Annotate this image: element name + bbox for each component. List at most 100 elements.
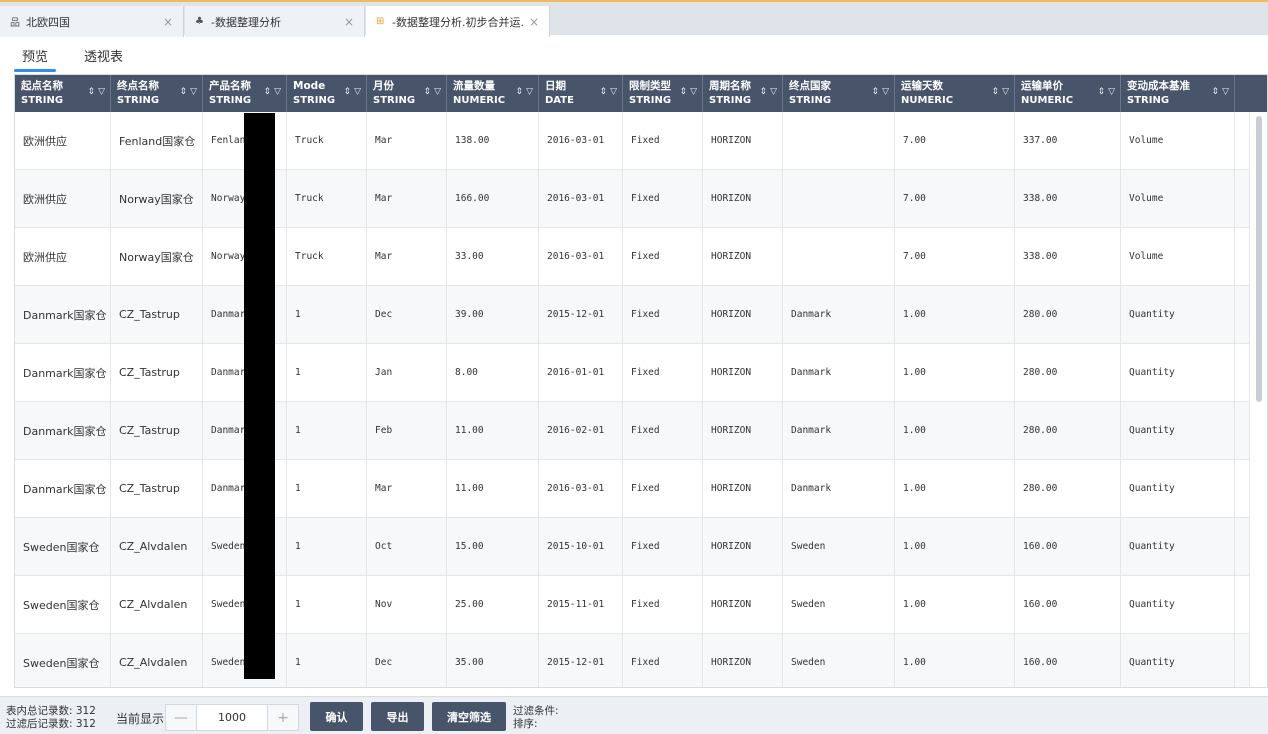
- filter-icon[interactable]: ▽: [434, 87, 441, 97]
- filter-icon[interactable]: ▽: [526, 87, 533, 97]
- tab-label: -数据整理分析.初步合并运...: [392, 15, 523, 29]
- tab-pivot[interactable]: 透视表: [76, 44, 131, 68]
- table-cell: 160.00: [1015, 576, 1121, 633]
- table-cell: 2015-12-01: [539, 286, 623, 343]
- table-cell: Fenland国家仓: [111, 112, 203, 169]
- column-header[interactable]: 日期 DATE ⇕ ▽: [539, 75, 623, 112]
- filter-icon[interactable]: ▽: [610, 87, 617, 97]
- column-header[interactable]: 月份 STRING ⇕ ▽: [367, 75, 447, 112]
- table-row[interactable]: 欧洲供应 Norway国家仓 Norway_ Truck Mar 33.00 2016-03…: [15, 228, 1251, 286]
- sort-icon[interactable]: ⇕: [88, 87, 96, 97]
- sort-icon[interactable]: ⇕: [600, 87, 608, 97]
- table-cell: Quantity: [1121, 286, 1235, 343]
- sort-icon[interactable]: ⇕: [1098, 87, 1106, 97]
- table-cell: 2016-03-01: [539, 228, 623, 285]
- sort-icon[interactable]: ⇕: [760, 87, 768, 97]
- close-icon[interactable]: ×: [529, 15, 539, 29]
- sort-icon[interactable]: ⇕: [992, 87, 1000, 97]
- column-header[interactable]: 周期名称 STRING ⇕ ▽: [703, 75, 783, 112]
- table-cell: Dec: [367, 286, 447, 343]
- table-row[interactable]: Danmark国家仓 CZ_Tastrup Danmark 1 Dec 39.00 2015…: [15, 286, 1251, 344]
- table-cell: 280.00: [1015, 402, 1121, 459]
- filter-icon[interactable]: ▽: [354, 87, 361, 97]
- table-cell: Fixed: [623, 228, 703, 285]
- tab-preview[interactable]: 预览: [14, 44, 57, 72]
- sort-icon[interactable]: ⇕: [872, 87, 880, 97]
- table-cell: 2016-02-01: [539, 402, 623, 459]
- table-cell: [783, 112, 895, 169]
- table-cell: 1: [287, 344, 367, 401]
- column-header[interactable]: 产品名称 STRING ⇕ ▽: [203, 75, 287, 112]
- display-count-input[interactable]: 1000: [196, 705, 268, 730]
- table-cell: Fixed: [623, 344, 703, 401]
- table-cell: [783, 228, 895, 285]
- tab-merge-preview[interactable]: ⊞ -数据整理分析.初步合并运... ×: [366, 6, 550, 37]
- column-header[interactable]: 流量数量 NUMERIC ⇕ ▽: [447, 75, 539, 112]
- tab-data-analysis[interactable]: ♣ -数据整理分析 ×: [185, 6, 365, 37]
- table-row[interactable]: 欧洲供应 Fenland国家仓 Fenland Truck Mar 138.00 2016-…: [15, 112, 1251, 170]
- filter-icon[interactable]: ▽: [1222, 87, 1229, 97]
- confirm-button[interactable]: 确认: [310, 702, 363, 731]
- vertical-scrollbar[interactable]: [1249, 112, 1267, 687]
- sort-icon[interactable]: ⇕: [180, 87, 188, 97]
- column-header[interactable]: 起点名称 STRING ⇕ ▽: [15, 75, 111, 112]
- column-header[interactable]: 终点名称 STRING ⇕ ▽: [111, 75, 203, 112]
- filter-icon[interactable]: ▽: [1108, 87, 1115, 97]
- scrollbar-thumb[interactable]: [1256, 116, 1262, 402]
- table-cell: 2015-11-01: [539, 576, 623, 633]
- table-cell: Volume: [1121, 112, 1235, 169]
- column-header[interactable]: Mode STRING ⇕ ▽: [287, 75, 367, 112]
- table-cell: Norway国家仓: [111, 228, 203, 285]
- table-cell: 280.00: [1015, 344, 1121, 401]
- table-cell: Quantity: [1121, 460, 1235, 517]
- filter-icon[interactable]: ▽: [770, 87, 777, 97]
- table-row[interactable]: Sweden国家仓 CZ_Alvdalen Sweden_ 1 Nov 25.00 2015…: [15, 576, 1251, 634]
- table-row[interactable]: Sweden国家仓 CZ_Alvdalen Sweden_ 1 Oct 15.00 2015…: [15, 518, 1251, 576]
- column-header[interactable]: 限制类型 STRING ⇕ ▽: [623, 75, 703, 112]
- table-cell: 7.00: [895, 112, 1015, 169]
- clear-filter-button[interactable]: 清空筛选: [432, 702, 506, 731]
- table-cell: CZ_Tastrup: [111, 402, 203, 459]
- close-icon[interactable]: ×: [163, 15, 173, 29]
- table-cell: 1.00: [895, 286, 1015, 343]
- filter-icon[interactable]: ▽: [274, 87, 281, 97]
- filter-icon[interactable]: ▽: [882, 87, 889, 97]
- table-cell: 1.00: [895, 518, 1015, 575]
- table-row[interactable]: Danmark国家仓 CZ_Tastrup Danmark 1 Jan 8.00 2016-…: [15, 344, 1251, 402]
- table-cell: 33.00: [447, 228, 539, 285]
- column-header[interactable]: 运输单价 NUMERIC ⇕ ▽: [1015, 75, 1121, 112]
- filter-icon[interactable]: ▽: [190, 87, 197, 97]
- sort-icon[interactable]: ⇕: [516, 87, 524, 97]
- table-cell: Danmark国家仓: [15, 286, 111, 343]
- sort-icon[interactable]: ⇕: [424, 87, 432, 97]
- tab-label: -数据整理分析: [211, 15, 281, 29]
- sort-icon[interactable]: ⇕: [1212, 87, 1220, 97]
- filter-icon[interactable]: ▽: [690, 87, 697, 97]
- column-header[interactable]: 运输天数 NUMERIC ⇕ ▽: [895, 75, 1015, 112]
- table-row[interactable]: 欧洲供应 Norway国家仓 Norway_ Truck Mar 166.00 2016-0…: [15, 170, 1251, 228]
- sort-icon[interactable]: ⇕: [264, 87, 272, 97]
- table-cell: 166.00: [447, 170, 539, 227]
- table-cell: 2015-10-01: [539, 518, 623, 575]
- column-header[interactable]: 变动成本基准 STRING ⇕ ▽: [1121, 75, 1235, 112]
- filter-icon[interactable]: ▽: [98, 87, 105, 97]
- tab-bar: 品 北欧四国 × ♣ -数据整理分析 × ⊞ -数据整理分析.初步合并运... …: [0, 0, 1268, 37]
- export-button[interactable]: 导出: [371, 702, 424, 731]
- tab-nordic[interactable]: 品 北欧四国 ×: [0, 6, 184, 37]
- table-row[interactable]: Danmark国家仓 CZ_Tastrup Danmark 1 Mar 11.00 2016…: [15, 460, 1251, 518]
- sort-icon[interactable]: ⇕: [680, 87, 688, 97]
- table-row[interactable]: Sweden国家仓 CZ_Alvdalen Sweden_ 1 Dec 35.00 2015…: [15, 634, 1251, 687]
- increment-button[interactable]: +: [268, 705, 298, 730]
- sort-icon[interactable]: ⇕: [344, 87, 352, 97]
- close-icon[interactable]: ×: [344, 15, 354, 29]
- table-cell: 2016-03-01: [539, 112, 623, 169]
- table-cell: HORIZON: [703, 228, 783, 285]
- decrement-button[interactable]: —: [166, 705, 196, 730]
- table-icon: ⊞: [376, 16, 385, 27]
- column-header[interactable]: 终点国家 STRING ⇕ ▽: [783, 75, 895, 112]
- table-cell: HORIZON: [703, 402, 783, 459]
- table-cell: 1: [287, 576, 367, 633]
- table-cell: Fixed: [623, 286, 703, 343]
- filter-icon[interactable]: ▽: [1002, 87, 1009, 97]
- table-row[interactable]: Danmark国家仓 CZ_Tastrup Danmark 1 Feb 11.00 2016…: [15, 402, 1251, 460]
